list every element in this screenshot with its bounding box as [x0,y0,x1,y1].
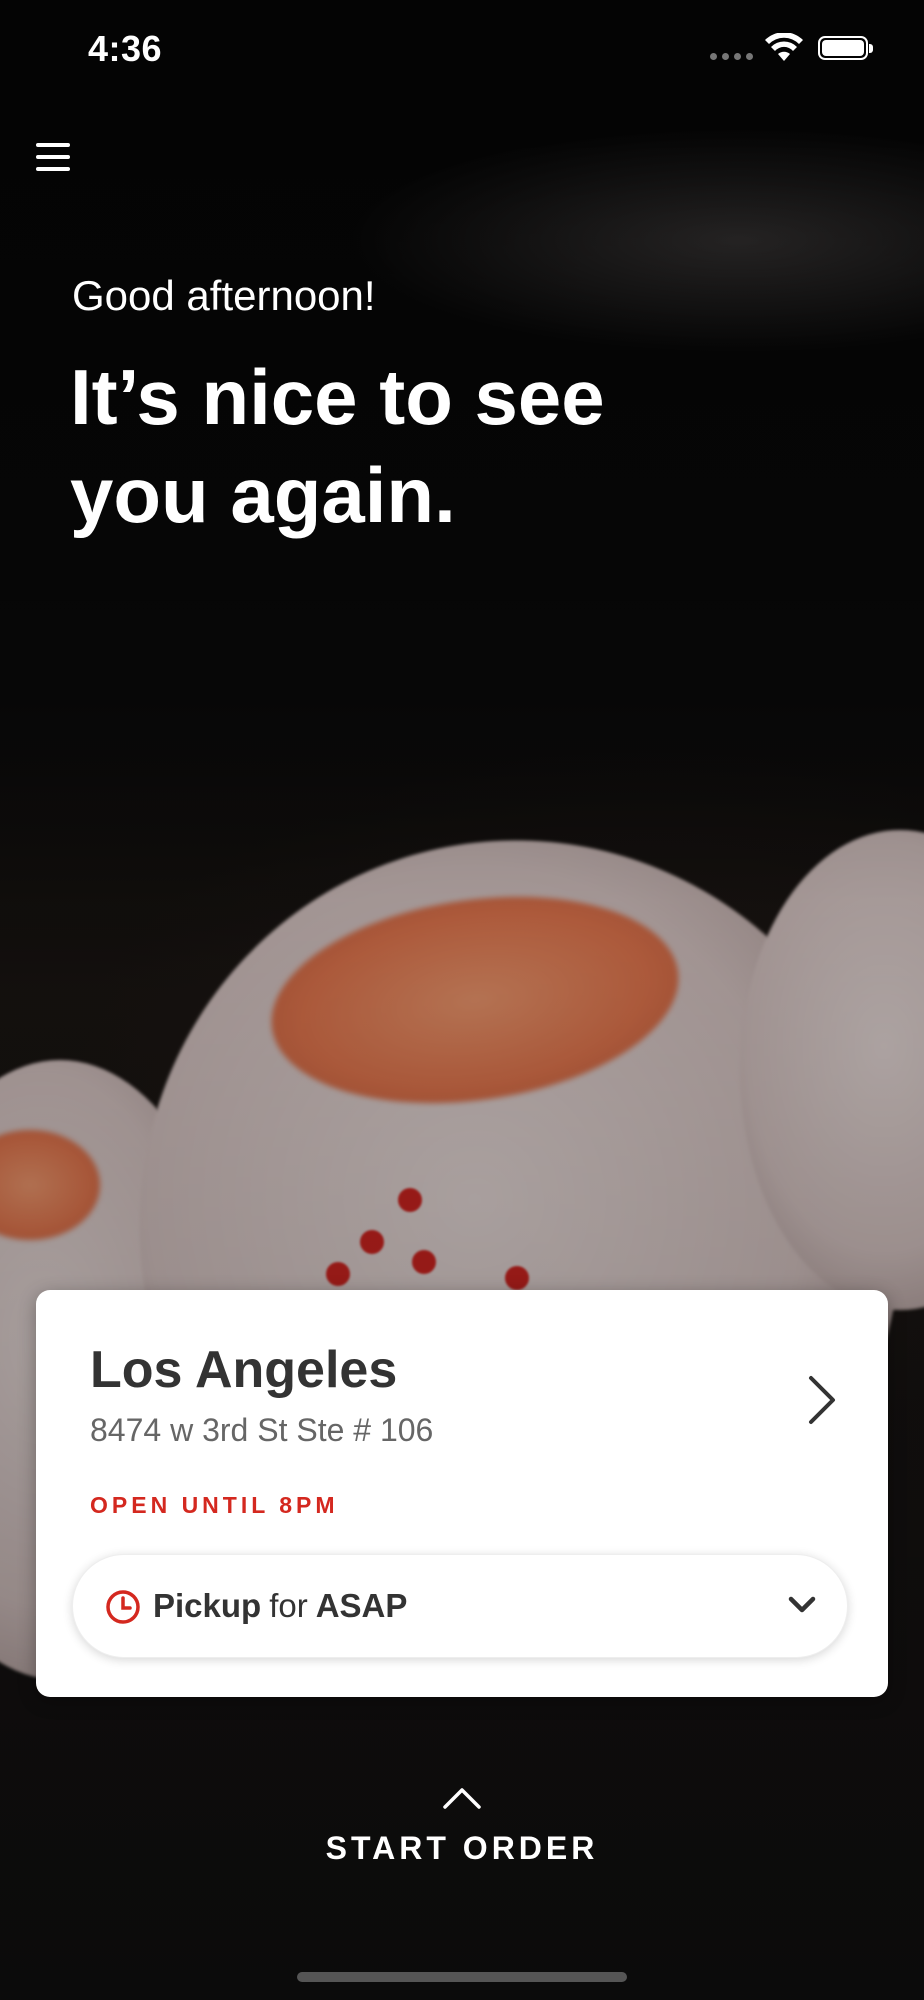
location-name: Los Angeles [90,1341,398,1399]
battery-icon [818,36,873,60]
greeting-text: Good afternoon! [72,272,376,319]
order-mode-selector[interactable]: Pickup for ASAP [72,1554,848,1658]
order-mode-text: Pickup for ASAP [153,1587,407,1625]
app-screen: 4:36 Good afternoon! It’s nice to see yo… [0,0,924,2000]
home-indicator [297,1972,627,1982]
chevron-up-icon [443,1788,481,1809]
cellular-signal-icon [710,53,753,60]
start-order-button[interactable]: START ORDER [0,1780,924,1870]
order-mode-label: Pickup [153,1587,262,1624]
status-time: 4:36 [88,28,163,69]
location-address: 8474 w 3rd St Ste # 106 [90,1412,434,1448]
status-bar: 4:36 [0,0,924,100]
chevron-down-icon[interactable] [787,1593,817,1617]
order-mode-connector: for [269,1587,308,1624]
order-time-label: ASAP [315,1587,408,1624]
start-order-label: START ORDER [325,1830,599,1866]
menu-icon[interactable] [34,140,74,176]
location-card[interactable]: Los Angeles 8474 w 3rd St Ste # 106 OPEN… [36,1290,888,1697]
location-hours: OPEN UNTIL 8PM [90,1492,339,1518]
wifi-icon [765,33,803,61]
chevron-right-icon[interactable] [801,1370,841,1430]
page-title: It’s nice to see you again. [70,353,605,539]
clock-icon [106,1590,140,1624]
